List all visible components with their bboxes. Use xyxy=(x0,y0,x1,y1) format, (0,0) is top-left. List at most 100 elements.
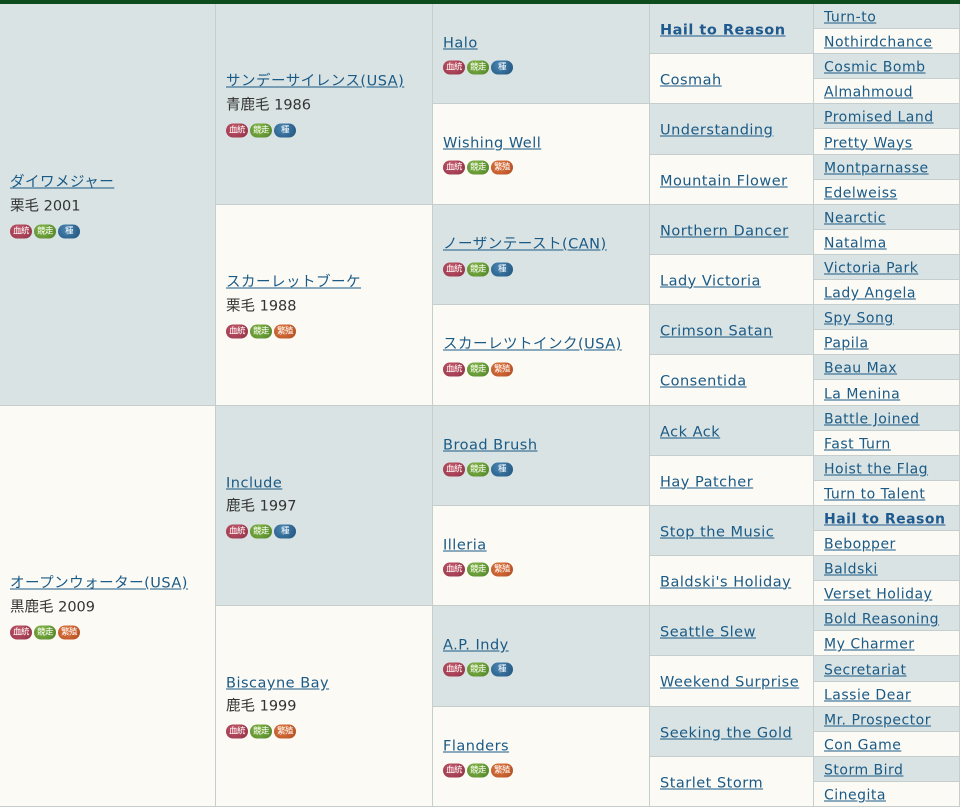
horse-name-link[interactable]: Promised Land xyxy=(824,110,934,126)
race-badge[interactable]: 競走 xyxy=(34,625,56,640)
pedigree-badge[interactable]: 血統 xyxy=(443,160,465,175)
pedigree-badge[interactable]: 血統 xyxy=(10,625,32,640)
race-badge[interactable]: 競走 xyxy=(467,562,489,576)
race-badge[interactable]: 競走 xyxy=(250,123,272,138)
horse-name-link[interactable]: Fast Turn xyxy=(824,437,891,453)
horse-name-link[interactable]: Montparnasse xyxy=(824,161,929,177)
breed-badge[interactable]: 繁殖 xyxy=(491,763,513,777)
breed-badge[interactable]: 繁殖 xyxy=(491,562,513,576)
horse-name-link[interactable]: Spy Song xyxy=(824,311,894,327)
horse-name-link[interactable]: La Menina xyxy=(824,386,900,402)
race-badge[interactable]: 競走 xyxy=(467,763,489,777)
horse-name-link[interactable]: Nothirdchance xyxy=(824,35,933,51)
horse-name-link[interactable]: オープンウォーター(USA) xyxy=(10,572,188,593)
horse-name-link[interactable]: Storm Bird xyxy=(824,763,903,779)
race-badge[interactable]: 競走 xyxy=(250,524,272,538)
race-badge[interactable]: 競走 xyxy=(467,60,489,74)
horse-name-link[interactable]: Seattle Slew xyxy=(660,624,756,640)
pedigree-badge[interactable]: 血統 xyxy=(226,324,248,339)
pedigree-badge[interactable]: 血統 xyxy=(443,462,465,476)
stud-badge[interactable]: 種 xyxy=(274,524,296,538)
pedigree-badge[interactable]: 血統 xyxy=(443,662,465,677)
pedigree-badge[interactable]: 血統 xyxy=(443,562,465,576)
horse-name-link[interactable]: Biscayne Bay xyxy=(226,676,329,692)
horse-name-link[interactable]: Baldski's Holiday xyxy=(660,574,791,590)
horse-name-link[interactable]: My Charmer xyxy=(824,637,915,653)
pedigree-badge[interactable]: 血統 xyxy=(226,524,248,538)
race-badge[interactable]: 競走 xyxy=(250,324,272,339)
stud-badge[interactable]: 種 xyxy=(491,262,513,276)
horse-name-link[interactable]: Nearctic xyxy=(824,211,886,227)
horse-name-link[interactable]: Understanding xyxy=(660,123,773,139)
pedigree-badge[interactable]: 血統 xyxy=(226,123,248,138)
horse-name-link[interactable]: Con Game xyxy=(824,738,901,754)
horse-name-link[interactable]: Stop the Music xyxy=(660,524,774,540)
horse-name-link[interactable]: Victoria Park xyxy=(824,261,918,277)
horse-name-link[interactable]: Edelweiss xyxy=(824,186,897,202)
horse-name-link[interactable]: Weekend Surprise xyxy=(660,675,799,691)
race-badge[interactable]: 競走 xyxy=(467,262,489,276)
horse-name-link[interactable]: ノーザンテースト(CAN) xyxy=(443,232,607,253)
horse-name-link[interactable]: Papila xyxy=(824,336,869,352)
horse-name-link[interactable]: Cosmah xyxy=(660,72,722,88)
race-badge[interactable]: 競走 xyxy=(467,160,489,175)
horse-name-link[interactable]: Crimson Satan xyxy=(660,323,773,339)
horse-name-link[interactable]: Include xyxy=(226,475,282,491)
horse-name-link[interactable]: Northern Dancer xyxy=(660,223,789,239)
horse-name-link[interactable]: Lady Victoria xyxy=(660,273,761,289)
horse-name-link[interactable]: A.P. Indy xyxy=(443,638,509,654)
horse-name-link[interactable]: Bold Reasoning xyxy=(824,612,939,628)
race-badge[interactable]: 競走 xyxy=(467,462,489,476)
horse-name-link[interactable]: Pretty Ways xyxy=(824,135,913,151)
pedigree-badge[interactable]: 血統 xyxy=(443,362,465,377)
horse-name-link[interactable]: Seeking the Gold xyxy=(660,725,792,741)
pedigree-badge[interactable]: 血統 xyxy=(443,763,465,777)
horse-name-link[interactable]: Bebopper xyxy=(824,537,896,553)
horse-name-link[interactable]: Hail to Reason xyxy=(824,512,945,528)
horse-name-link[interactable]: スカーレットブーケ xyxy=(226,271,361,292)
horse-name-link[interactable]: Ack Ack xyxy=(660,424,720,440)
breed-badge[interactable]: 繁殖 xyxy=(491,160,513,175)
horse-name-link[interactable]: Wishing Well xyxy=(443,136,541,152)
horse-name-link[interactable]: Broad Brush xyxy=(443,437,538,453)
horse-name-link[interactable]: Hoist the Flag xyxy=(824,462,928,478)
race-badge[interactable]: 競走 xyxy=(34,224,56,238)
breed-badge[interactable]: 繁殖 xyxy=(491,362,513,377)
horse-name-link[interactable]: Cosmic Bomb xyxy=(824,60,926,76)
stud-badge[interactable]: 種 xyxy=(491,462,513,476)
pedigree-badge[interactable]: 血統 xyxy=(443,60,465,74)
breed-badge[interactable]: 繁殖 xyxy=(274,324,296,339)
horse-name-link[interactable]: Lassie Dear xyxy=(824,688,911,704)
horse-name-link[interactable]: Cinegita xyxy=(824,788,886,804)
horse-name-link[interactable]: Battle Joined xyxy=(824,412,920,428)
horse-name-link[interactable]: Turn-to xyxy=(824,10,876,26)
horse-name-link[interactable]: Flanders xyxy=(443,738,509,754)
horse-name-link[interactable]: Beau Max xyxy=(824,361,897,377)
horse-name-link[interactable]: スカーレツトインク(USA) xyxy=(443,333,622,354)
horse-name-link[interactable]: Hay Patcher xyxy=(660,474,753,490)
horse-name-link[interactable]: Natalma xyxy=(824,236,887,252)
horse-name-link[interactable]: Mr. Prospector xyxy=(824,713,931,729)
horse-name-link[interactable]: Turn to Talent xyxy=(824,487,925,503)
race-badge[interactable]: 競走 xyxy=(467,362,489,377)
stud-badge[interactable]: 種 xyxy=(491,60,513,74)
horse-name-link[interactable]: ダイワメジャー xyxy=(10,170,114,191)
horse-name-link[interactable]: Lady Angela xyxy=(824,286,916,302)
stud-badge[interactable]: 種 xyxy=(274,123,296,138)
stud-badge[interactable]: 種 xyxy=(58,224,80,238)
horse-name-link[interactable]: Halo xyxy=(443,35,478,51)
race-badge[interactable]: 競走 xyxy=(250,724,272,739)
pedigree-badge[interactable]: 血統 xyxy=(443,262,465,276)
horse-name-link[interactable]: Mountain Flower xyxy=(660,173,788,189)
horse-name-link[interactable]: Hail to Reason xyxy=(660,22,786,38)
horse-name-link[interactable]: Illeria xyxy=(443,537,487,553)
horse-name-link[interactable]: Baldski xyxy=(824,562,878,578)
breed-badge[interactable]: 繁殖 xyxy=(58,625,80,640)
horse-name-link[interactable]: Almahmoud xyxy=(824,85,913,101)
pedigree-badge[interactable]: 血統 xyxy=(10,224,32,238)
race-badge[interactable]: 競走 xyxy=(467,662,489,677)
horse-name-link[interactable]: Verset Holiday xyxy=(824,587,932,603)
horse-name-link[interactable]: Consentida xyxy=(660,374,747,390)
horse-name-link[interactable]: サンデーサイレンス(USA) xyxy=(226,70,404,91)
horse-name-link[interactable]: Secretariat xyxy=(824,662,907,678)
